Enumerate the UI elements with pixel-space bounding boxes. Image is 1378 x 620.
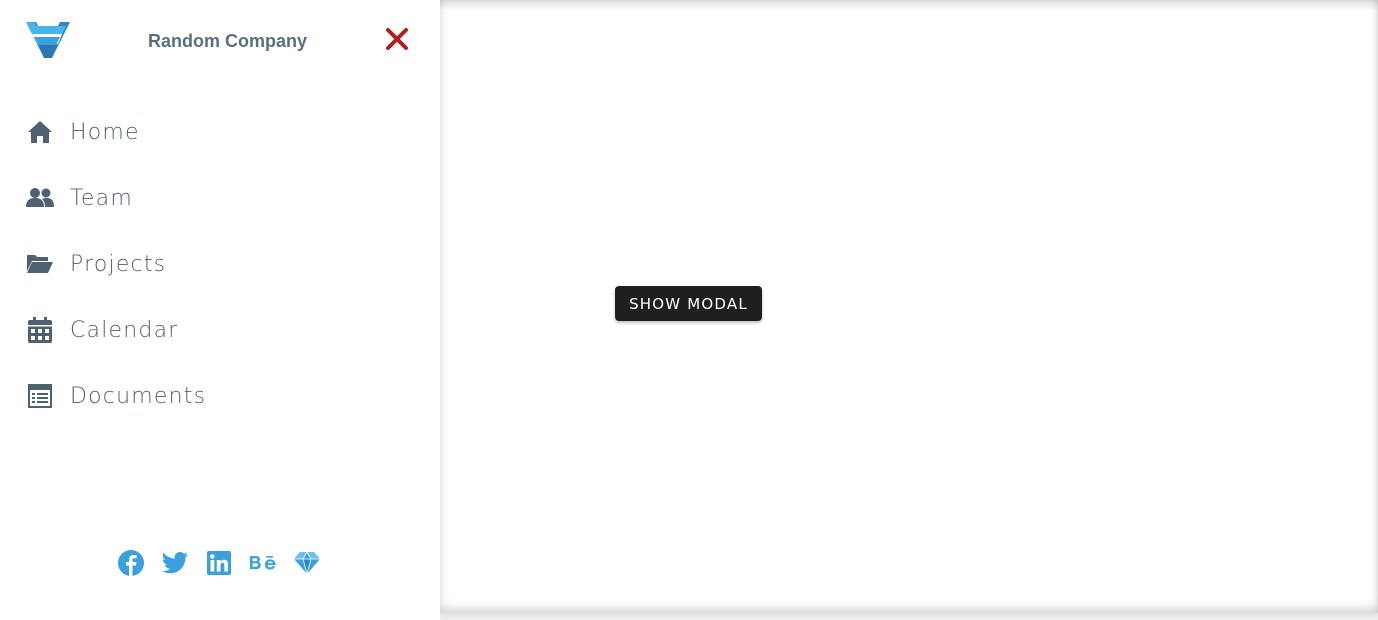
show-modal-button[interactable]: SHOW MODAL xyxy=(615,286,762,321)
sidebar-item-team[interactable]: Team xyxy=(0,165,440,231)
documents-icon xyxy=(26,382,54,410)
social-links xyxy=(118,549,320,577)
calendar-icon xyxy=(26,316,54,344)
sidebar-item-documents[interactable]: Documents xyxy=(0,363,440,429)
close-icon xyxy=(386,28,408,50)
company-name: Random Company xyxy=(148,31,308,51)
sidebar-item-label: Calendar xyxy=(70,317,179,343)
close-sidebar-button[interactable] xyxy=(384,26,410,52)
sidebar-item-label: Documents xyxy=(70,383,207,409)
main-content: SHOW MODAL xyxy=(440,0,1378,613)
checkmark-v-logo-icon xyxy=(26,22,70,58)
page: SHOW MODAL Random Company Home Team Proj… xyxy=(0,0,1378,620)
sidebar-item-label: Home xyxy=(70,119,140,145)
behance-icon[interactable] xyxy=(250,549,276,577)
sidebar-item-calendar[interactable]: Calendar xyxy=(0,297,440,363)
sidebar-item-projects[interactable]: Projects xyxy=(0,231,440,297)
sidebar-item-label: Team xyxy=(70,185,133,211)
sidebar: Random Company Home Team Projects Calend… xyxy=(0,0,440,620)
facebook-icon[interactable] xyxy=(118,549,144,577)
home-icon xyxy=(26,118,54,146)
sketch-icon[interactable] xyxy=(294,549,320,577)
twitter-icon[interactable] xyxy=(162,549,188,577)
sidebar-nav: Home Team Projects Calendar Documents xyxy=(0,99,440,429)
company-logo[interactable] xyxy=(26,20,70,60)
folder-open-icon xyxy=(26,250,54,278)
linkedin-icon[interactable] xyxy=(206,549,232,577)
users-icon xyxy=(26,184,54,212)
sidebar-item-home[interactable]: Home xyxy=(0,99,440,165)
sidebar-item-label: Projects xyxy=(70,251,167,277)
